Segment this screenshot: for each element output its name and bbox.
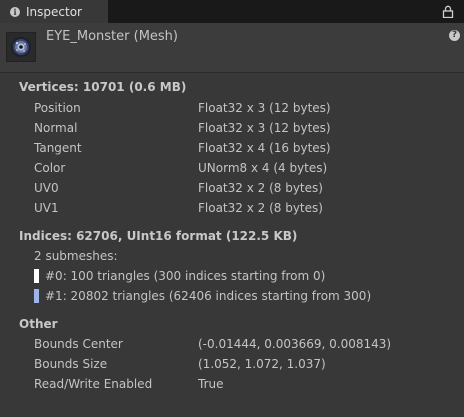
mesh-preview-thumbnail: [6, 32, 36, 62]
attribute-format: Float32 x 4 (16 bytes): [198, 141, 331, 155]
lock-icon[interactable]: [442, 5, 454, 18]
submesh-label: #1: 20802 triangles (62406 indices start…: [45, 289, 372, 303]
attribute-format: UNorm8 x 4 (4 bytes): [198, 161, 328, 175]
submesh-color-swatch: [34, 289, 39, 303]
property-value: (1.052, 1.072, 1.037): [198, 357, 326, 371]
indices-heading: Indices: 62706, UInt16 format (122.5 KB): [19, 229, 298, 243]
info-icon: i: [10, 6, 20, 17]
attribute-format: Float32 x 2 (8 bytes): [198, 201, 323, 215]
vertex-attribute-row: Normal Float32 x 3 (12 bytes): [0, 118, 464, 138]
attribute-format: Float32 x 3 (12 bytes): [198, 121, 331, 135]
attribute-name: UV1: [34, 201, 59, 215]
help-icon[interactable]: ?: [449, 30, 460, 41]
submesh-label: #0: 100 triangles (300 indices starting …: [45, 269, 326, 283]
property-value: (-0.01444, 0.003669, 0.008143): [198, 337, 392, 351]
other-heading: Other: [19, 317, 58, 331]
asset-title: EYE_Monster (Mesh): [46, 29, 178, 44]
attribute-name: UV0: [34, 181, 59, 195]
property-value: True: [198, 377, 224, 391]
vertex-attribute-row: Position Float32 x 3 (12 bytes): [0, 98, 464, 118]
other-row: Read/Write Enabled True: [0, 374, 464, 394]
other-row: Bounds Size (1.052, 1.072, 1.037): [0, 354, 464, 374]
inspector-header: EYE_Monster (Mesh) ?: [0, 23, 464, 73]
property-name: Bounds Center: [34, 337, 123, 351]
attribute-name: Position: [34, 101, 81, 115]
vertices-heading: Vertices: 10701 (0.6 MB): [19, 80, 187, 94]
other-row: Bounds Center (-0.01444, 0.003669, 0.008…: [0, 334, 464, 354]
vertex-attribute-row: Tangent Float32 x 4 (16 bytes): [0, 138, 464, 158]
attribute-name: Normal: [34, 121, 78, 135]
attribute-name: Color: [34, 161, 66, 175]
property-name: Read/Write Enabled: [34, 377, 153, 391]
submesh-color-swatch: [34, 269, 39, 283]
tab-inspector[interactable]: i Inspector: [0, 0, 108, 23]
tab-label: Inspector: [26, 4, 82, 19]
vertex-attribute-row: UV0 Float32 x 2 (8 bytes): [0, 178, 464, 198]
attribute-name: Tangent: [34, 141, 82, 155]
attribute-format: Float32 x 2 (8 bytes): [198, 181, 323, 195]
tab-bar: i Inspector: [0, 0, 464, 23]
mesh-preview-icon: [11, 37, 31, 57]
attribute-format: Float32 x 3 (12 bytes): [198, 101, 331, 115]
vertex-attribute-row: UV1 Float32 x 2 (8 bytes): [0, 198, 464, 218]
submesh-count: 2 submeshes:: [34, 249, 118, 263]
property-name: Bounds Size: [34, 357, 108, 371]
vertex-attribute-row: Color UNorm8 x 4 (4 bytes): [0, 158, 464, 178]
